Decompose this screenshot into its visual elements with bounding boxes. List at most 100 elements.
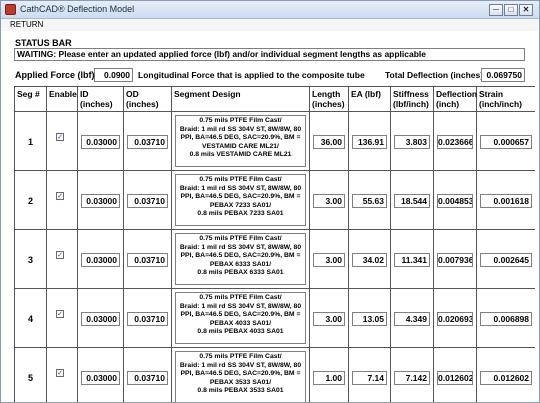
table-cell-id: 0.03000 — [78, 112, 124, 171]
table-cell-design: 0.75 mils PTFE Film Cast/ Braid: 1 mil r… — [172, 171, 310, 230]
deflection-value: 0.023666 — [437, 135, 473, 149]
strain-value: 0.001618 — [480, 194, 532, 208]
stiffness-value: 3.803 — [394, 135, 430, 149]
id-value[interactable]: 0.03000 — [81, 371, 120, 385]
length-value[interactable]: 3.00 — [313, 312, 345, 326]
table-cell-deflection: 0.012602 — [434, 348, 477, 402]
deflection-value: 0.020693 — [437, 312, 473, 326]
total-deflection-label: Total Deflection (inches) — [385, 70, 484, 80]
table-cell-strain: 0.001618 — [477, 171, 535, 230]
id-value[interactable]: 0.03000 — [81, 253, 120, 267]
length-value[interactable]: 1.00 — [313, 371, 345, 385]
table-cell-deflection: 0.004853 — [434, 171, 477, 230]
table-cell-strain: 0.012602 — [477, 348, 535, 402]
enable-checkbox[interactable]: ✓ — [56, 192, 64, 200]
status-bar-label: STATUS BAR — [15, 38, 72, 48]
table-cell-stiffness: 7.142 — [391, 348, 434, 402]
table-cell-length: 1.00 — [310, 348, 349, 402]
deflection-value: 0.007936 — [437, 253, 473, 267]
length-value[interactable]: 36.00 — [313, 135, 345, 149]
od-value[interactable]: 0.03710 — [127, 135, 168, 149]
length-value[interactable]: 3.00 — [313, 194, 345, 208]
close-button[interactable]: ✕ — [519, 4, 533, 16]
segment-design-box[interactable]: 0.75 mils PTFE Film Cast/ Braid: 1 mil r… — [175, 115, 306, 167]
length-value[interactable]: 3.00 — [313, 253, 345, 267]
column-header-stiffness: Stiffness (lbf/inch) — [391, 87, 434, 112]
table-cell-seg: 3 — [15, 230, 47, 289]
enable-checkbox[interactable]: ✓ — [56, 310, 64, 318]
maximize-button[interactable]: □ — [504, 4, 518, 16]
app-logo-icon — [5, 4, 16, 15]
table-cell-id: 0.03000 — [78, 348, 124, 402]
segment-number: 5 — [27, 373, 33, 383]
table-cell-id: 0.03000 — [78, 171, 124, 230]
table-cell-id: 0.03000 — [78, 289, 124, 348]
segment-design-box[interactable]: 0.75 mils PTFE Film Cast/ Braid: 1 mil r… — [175, 174, 306, 226]
id-value[interactable]: 0.03000 — [81, 135, 120, 149]
ea-value: 55.63 — [352, 194, 387, 208]
table-cell-od: 0.03710 — [124, 289, 172, 348]
table-cell-length: 36.00 — [310, 112, 349, 171]
table-cell-ea: 7.14 — [349, 348, 391, 402]
column-header-strain: Strain (inch/inch) — [477, 87, 535, 112]
column-header-deflection: Deflection (inch) — [434, 87, 477, 112]
table-cell-strain: 0.002645 — [477, 230, 535, 289]
strain-value: 0.002645 — [480, 253, 532, 267]
table-cell-seg: 5 — [15, 348, 47, 402]
table-cell-od: 0.03710 — [124, 112, 172, 171]
table-cell-stiffness: 18.544 — [391, 171, 434, 230]
table-cell-deflection: 0.007936 — [434, 230, 477, 289]
menu-bar: RETURN — [1, 19, 539, 31]
table-cell-strain: 0.006898 — [477, 289, 535, 348]
table-cell-enable: ✓ — [47, 171, 78, 230]
od-value[interactable]: 0.03710 — [127, 371, 168, 385]
minimize-button[interactable]: ─ — [489, 4, 503, 16]
enable-checkbox[interactable]: ✓ — [56, 251, 64, 259]
column-header-enable: Enable — [47, 87, 78, 112]
column-header-id: ID (inches) — [78, 87, 124, 112]
table-cell-enable: ✓ — [47, 230, 78, 289]
table-cell-ea: 34.02 — [349, 230, 391, 289]
table-cell-seg: 1 — [15, 112, 47, 171]
od-value[interactable]: 0.03710 — [127, 312, 168, 326]
table-cell-ea: 13.05 — [349, 289, 391, 348]
segment-design-box[interactable]: 0.75 mils PTFE Film Cast/ Braid: 1 mil r… — [175, 233, 306, 285]
ea-value: 136.91 — [352, 135, 387, 149]
segment-number: 2 — [27, 196, 33, 206]
od-value[interactable]: 0.03710 — [127, 253, 168, 267]
strain-value: 0.006898 — [480, 312, 532, 326]
applied-force-label: Applied Force (lbf) — [15, 70, 95, 80]
table-cell-design: 0.75 mils PTFE Film Cast/ Braid: 1 mil r… — [172, 289, 310, 348]
table-cell-enable: ✓ — [47, 289, 78, 348]
table-cell-seg: 4 — [15, 289, 47, 348]
ea-value: 34.02 — [352, 253, 387, 267]
table-cell-ea: 55.63 — [349, 171, 391, 230]
table-cell-deflection: 0.020693 — [434, 289, 477, 348]
stiffness-value: 7.142 — [394, 371, 430, 385]
applied-force-input[interactable]: 0.0900 — [94, 68, 133, 82]
table-cell-length: 3.00 — [310, 230, 349, 289]
table-cell-od: 0.03710 — [124, 348, 172, 402]
table-cell-od: 0.03710 — [124, 171, 172, 230]
enable-checkbox[interactable]: ✓ — [56, 369, 64, 377]
segment-design-box[interactable]: 0.75 mils PTFE Film Cast/ Braid: 1 mil r… — [175, 351, 306, 402]
table-cell-ea: 136.91 — [349, 112, 391, 171]
table-cell-enable: ✓ — [47, 348, 78, 402]
table-cell-strain: 0.000657 — [477, 112, 535, 171]
od-value[interactable]: 0.03710 — [127, 194, 168, 208]
table-cell-design: 0.75 mils PTFE Film Cast/ Braid: 1 mil r… — [172, 230, 310, 289]
table-cell-length: 3.00 — [310, 289, 349, 348]
column-header-length: Length (inches) — [310, 87, 349, 112]
total-deflection-value: 0.069750 — [481, 68, 525, 82]
table-cell-deflection: 0.023666 — [434, 112, 477, 171]
strain-value: 0.012602 — [480, 371, 532, 385]
id-value[interactable]: 0.03000 — [81, 194, 120, 208]
menu-return[interactable]: RETURN — [10, 20, 43, 29]
enable-checkbox[interactable]: ✓ — [56, 133, 64, 141]
id-value[interactable]: 0.03000 — [81, 312, 120, 326]
segment-design-box[interactable]: 0.75 mils PTFE Film Cast/ Braid: 1 mil r… — [175, 292, 306, 344]
ea-value: 13.05 — [352, 312, 387, 326]
title-bar[interactable]: CathCAD® Deflection Model ─ □ ✕ — [1, 1, 539, 19]
table-cell-id: 0.03000 — [78, 230, 124, 289]
column-header-od: OD (inches) — [124, 87, 172, 112]
